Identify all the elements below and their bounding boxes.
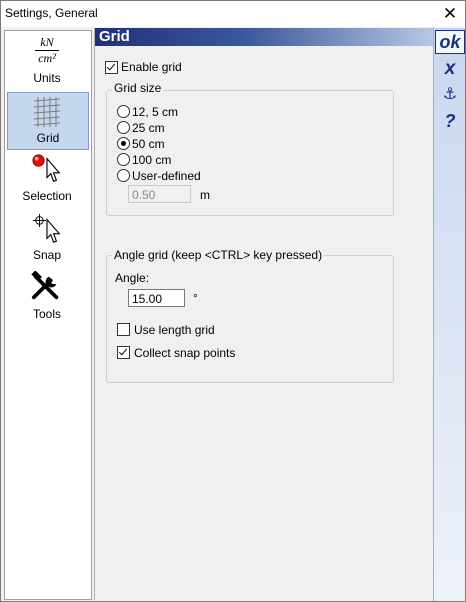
units-icon: kN cm²: [7, 35, 87, 67]
window-title: Settings, General: [5, 6, 98, 20]
ok-button[interactable]: ok: [435, 30, 465, 54]
enable-grid-label: Enable grid: [121, 60, 182, 74]
sidebar-item-label: Units: [33, 71, 61, 85]
collect-snap-points-checkbox[interactable]: [117, 346, 130, 359]
sidebar-item-grid[interactable]: Grid: [7, 92, 89, 150]
sidebar-item-units[interactable]: kN cm² Units: [7, 33, 87, 89]
angle-unit: °: [193, 291, 198, 305]
collect-snap-points-label: Collect snap points: [134, 346, 236, 360]
grid-size-radio-12-5cm[interactable]: [117, 105, 130, 118]
settings-window: Settings, General ✕ kN cm² Units Grid Se…: [0, 0, 466, 602]
action-toolbar: ok x ⚓ ?: [433, 28, 465, 601]
units-fraction-numerator: kN: [40, 35, 54, 49]
title-bar: Settings, General ✕: [1, 1, 465, 27]
radio-label: 25 cm: [132, 121, 165, 135]
sidebar-item-selection[interactable]: Selection: [7, 151, 87, 207]
grid-settings-panel: Grid Enable grid Grid size 12, 5 cm 25 c…: [94, 28, 433, 600]
sidebar-item-label: Snap: [32, 248, 62, 262]
sidebar-item-snap[interactable]: Snap: [7, 210, 87, 266]
radio-label: 100 cm: [132, 153, 172, 167]
angle-grid-title: Angle grid (keep <CTRL> key pressed): [112, 248, 325, 262]
grid-icon: [33, 97, 61, 127]
use-length-grid-label: Use length grid: [134, 323, 215, 337]
angle-input[interactable]: 15.00: [128, 289, 185, 307]
panel-title: Grid: [99, 28, 130, 45]
radio-label: User-defined: [132, 169, 201, 183]
sidebar-item-tools[interactable]: Tools: [7, 269, 87, 325]
grid-size-radio-25cm[interactable]: [117, 121, 130, 134]
selection-icon: [32, 154, 61, 182]
user-defined-size-input[interactable]: 0.50: [128, 185, 191, 203]
panel-header: Grid: [95, 28, 433, 46]
angle-label: Angle:: [115, 271, 150, 285]
user-defined-unit: m: [200, 188, 210, 202]
sidebar-item-label: Selection: [22, 189, 72, 203]
cancel-button[interactable]: x: [435, 57, 465, 81]
angle-grid-group: [106, 255, 394, 383]
enable-grid-checkbox[interactable]: [105, 61, 118, 74]
grid-size-radio-user-defined[interactable]: [117, 169, 130, 182]
radio-label: 12, 5 cm: [132, 105, 179, 119]
grid-size-radio-50cm[interactable]: [117, 137, 130, 150]
close-icon[interactable]: ✕: [438, 2, 462, 26]
anchor-icon[interactable]: ⚓: [435, 83, 465, 107]
grid-size-title: Grid size: [112, 81, 164, 95]
help-button[interactable]: ?: [435, 109, 465, 133]
tools-icon: [31, 271, 59, 300]
radio-label: 50 cm: [132, 137, 165, 151]
use-length-grid-checkbox[interactable]: [117, 323, 130, 336]
snap-icon: [32, 213, 61, 243]
grid-size-radio-100cm[interactable]: [117, 153, 130, 166]
units-fraction-denominator: cm²: [38, 51, 56, 65]
category-sidebar: kN cm² Units Grid Selection Snap Tools: [4, 30, 92, 600]
sidebar-item-label: Tools: [32, 307, 61, 321]
sidebar-item-label: Grid: [36, 131, 60, 145]
